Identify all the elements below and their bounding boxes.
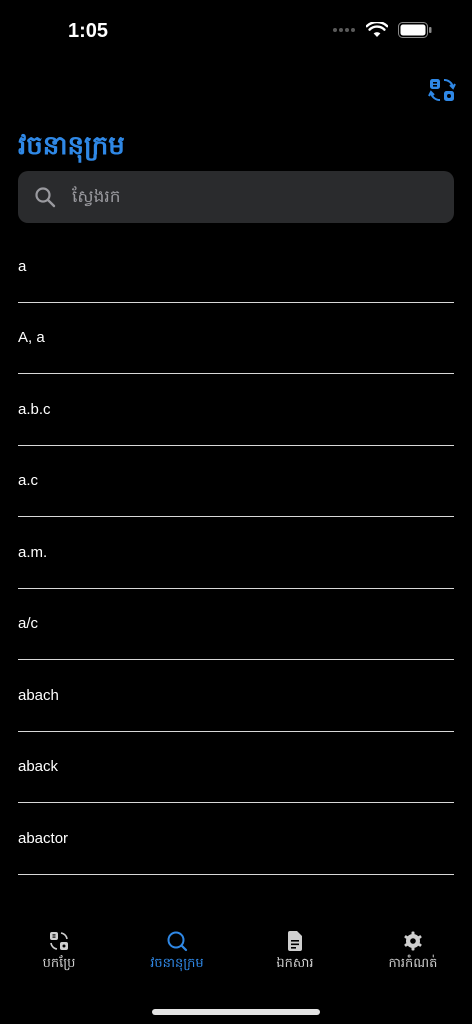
tab-bar: បកប្រែ វចនានុក្រម ឯកសារ ការកំណត់ [0, 930, 472, 990]
tab-settings[interactable]: ការកំណត់ [354, 930, 472, 990]
word-label: a.c [18, 472, 39, 490]
search-bar[interactable] [18, 171, 454, 223]
wifi-icon [366, 22, 388, 37]
search-icon [167, 931, 188, 952]
status-time: 1:05 [68, 20, 109, 42]
translate-icon [50, 932, 68, 950]
list-item[interactable]: a [18, 231, 454, 303]
list-item[interactable]: a.b.c [18, 374, 454, 446]
list-item[interactable]: a.c [18, 446, 454, 517]
word-label: aback [18, 758, 59, 776]
word-label: a.b.c [18, 400, 51, 418]
tab-label: ឯកសារ [276, 956, 314, 971]
word-label: a.m. [18, 543, 48, 561]
language-switch-icon[interactable] [426, 74, 458, 106]
list-item[interactable]: a/c [18, 589, 454, 660]
tab-documents[interactable]: ឯកសារ [236, 930, 354, 990]
gear-icon [404, 931, 422, 951]
list-item[interactable]: a.m. [18, 517, 454, 589]
status-bar: 1:05 [0, 0, 472, 64]
list-item[interactable]: abactor [18, 803, 454, 875]
list-item[interactable]: abach [18, 660, 454, 732]
tab-label: វចនានុក្រម [150, 956, 204, 971]
tab-translate[interactable]: បកប្រែ [0, 930, 118, 990]
document-icon [288, 931, 302, 951]
word-label: a/c [18, 615, 39, 633]
home-indicator [152, 1009, 320, 1015]
word-label: abach [18, 686, 59, 704]
list-item[interactable]: A, a [18, 303, 454, 374]
word-label: A, a [18, 329, 45, 347]
search-icon [35, 187, 56, 208]
battery-icon [398, 22, 432, 38]
search-input[interactable] [70, 186, 414, 208]
word-label: a [18, 257, 27, 275]
status-icons [332, 22, 432, 38]
tab-dictionary[interactable]: វចនានុក្រម [118, 930, 236, 990]
list-item[interactable]: aback [18, 732, 454, 803]
page-title: វចនានុក្រម [18, 131, 125, 161]
word-label: abactor [18, 829, 69, 847]
signal-icon [333, 28, 355, 32]
tab-label: បកប្រែ [42, 956, 76, 971]
word-list: a A, a a.b.c a.c a.m. a/c abach aback ab… [18, 231, 454, 875]
tab-label: ការកំណត់ [388, 956, 438, 971]
